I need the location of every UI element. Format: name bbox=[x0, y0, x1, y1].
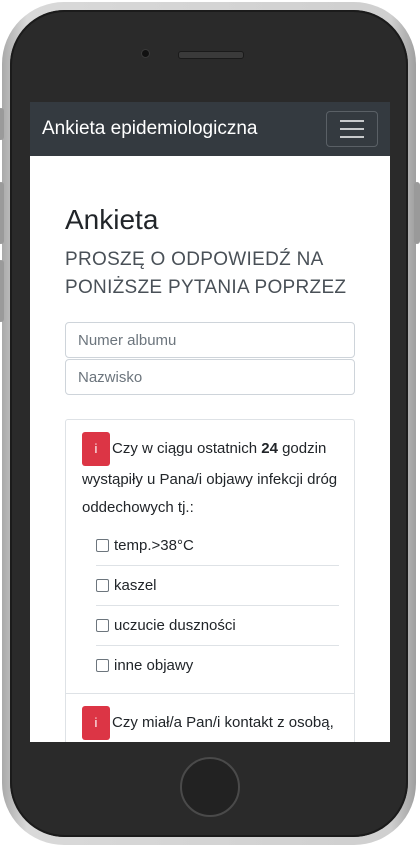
option-label: temp.>38°C bbox=[114, 537, 194, 554]
lead-line-2: PONIŻSZE PYTANIA POPRZEZ bbox=[65, 277, 347, 298]
option-dyspnea[interactable]: uczucie duszności bbox=[96, 606, 339, 646]
question-1-options: temp.>38°C kaszel uczucie duszności inne… bbox=[66, 522, 354, 693]
question-2: iCzy miał/a Pan/i kontakt z osobą, u któ… bbox=[66, 694, 354, 742]
survey-form bbox=[65, 322, 355, 395]
question-1-text-prefix: Czy w ciągu ostatnich bbox=[112, 439, 262, 457]
page-lead: PROSZĘ O ODPOWIEDŹ NA PONIŻSZE PYTANIA P… bbox=[65, 246, 355, 302]
checkbox[interactable] bbox=[96, 539, 109, 552]
option-cough[interactable]: kaszel bbox=[96, 566, 339, 606]
checkbox[interactable] bbox=[96, 579, 109, 592]
navbar-brand[interactable]: Ankieta epidemiologiczna bbox=[42, 118, 257, 140]
option-label: uczucie duszności bbox=[114, 617, 236, 634]
front-camera bbox=[142, 50, 149, 57]
volume-down-button bbox=[0, 260, 4, 322]
hamburger-icon-bar bbox=[340, 128, 364, 130]
questions-list: i Czy w ciągu ostatnich 24 godzin wystąpi… bbox=[65, 419, 355, 742]
info-badge[interactable]: i bbox=[82, 706, 110, 740]
question-1: i Czy w ciągu ostatnich 24 godzin wystąpi… bbox=[66, 420, 354, 522]
earpiece-speaker bbox=[178, 51, 244, 59]
main-content: Ankieta PROSZĘ O ODPOWIEDŹ NA PONIŻSZE P… bbox=[30, 156, 390, 742]
option-temperature[interactable]: temp.>38°C bbox=[96, 526, 339, 566]
lead-line-1: PROSZĘ O ODPOWIEDŹ NA bbox=[65, 249, 324, 270]
question-1-hours: 24 bbox=[261, 439, 278, 457]
option-label: inne objawy bbox=[114, 657, 194, 674]
surname-input[interactable] bbox=[65, 359, 355, 395]
mute-switch bbox=[0, 108, 4, 140]
question-2-text: Czy miał/a Pan/i kontakt z osobą, u któr… bbox=[112, 713, 334, 731]
hamburger-icon-bar bbox=[340, 136, 364, 138]
volume-up-button bbox=[0, 182, 4, 244]
screen: Ankieta epidemiologiczna Ankieta PROSZĘ … bbox=[30, 102, 390, 742]
option-other-symptoms[interactable]: inne objawy bbox=[96, 646, 339, 685]
info-badge[interactable]: i bbox=[82, 432, 110, 466]
page-title: Ankieta bbox=[65, 204, 159, 235]
navbar-toggler-button[interactable] bbox=[326, 111, 378, 147]
checkbox[interactable] bbox=[96, 659, 109, 672]
checkbox[interactable] bbox=[96, 619, 109, 632]
hamburger-icon bbox=[340, 120, 364, 122]
navbar: Ankieta epidemiologiczna bbox=[30, 102, 390, 156]
power-button bbox=[414, 182, 420, 244]
option-label: kaszel bbox=[114, 577, 157, 594]
home-button[interactable] bbox=[180, 757, 240, 817]
album-number-input[interactable] bbox=[65, 322, 355, 358]
